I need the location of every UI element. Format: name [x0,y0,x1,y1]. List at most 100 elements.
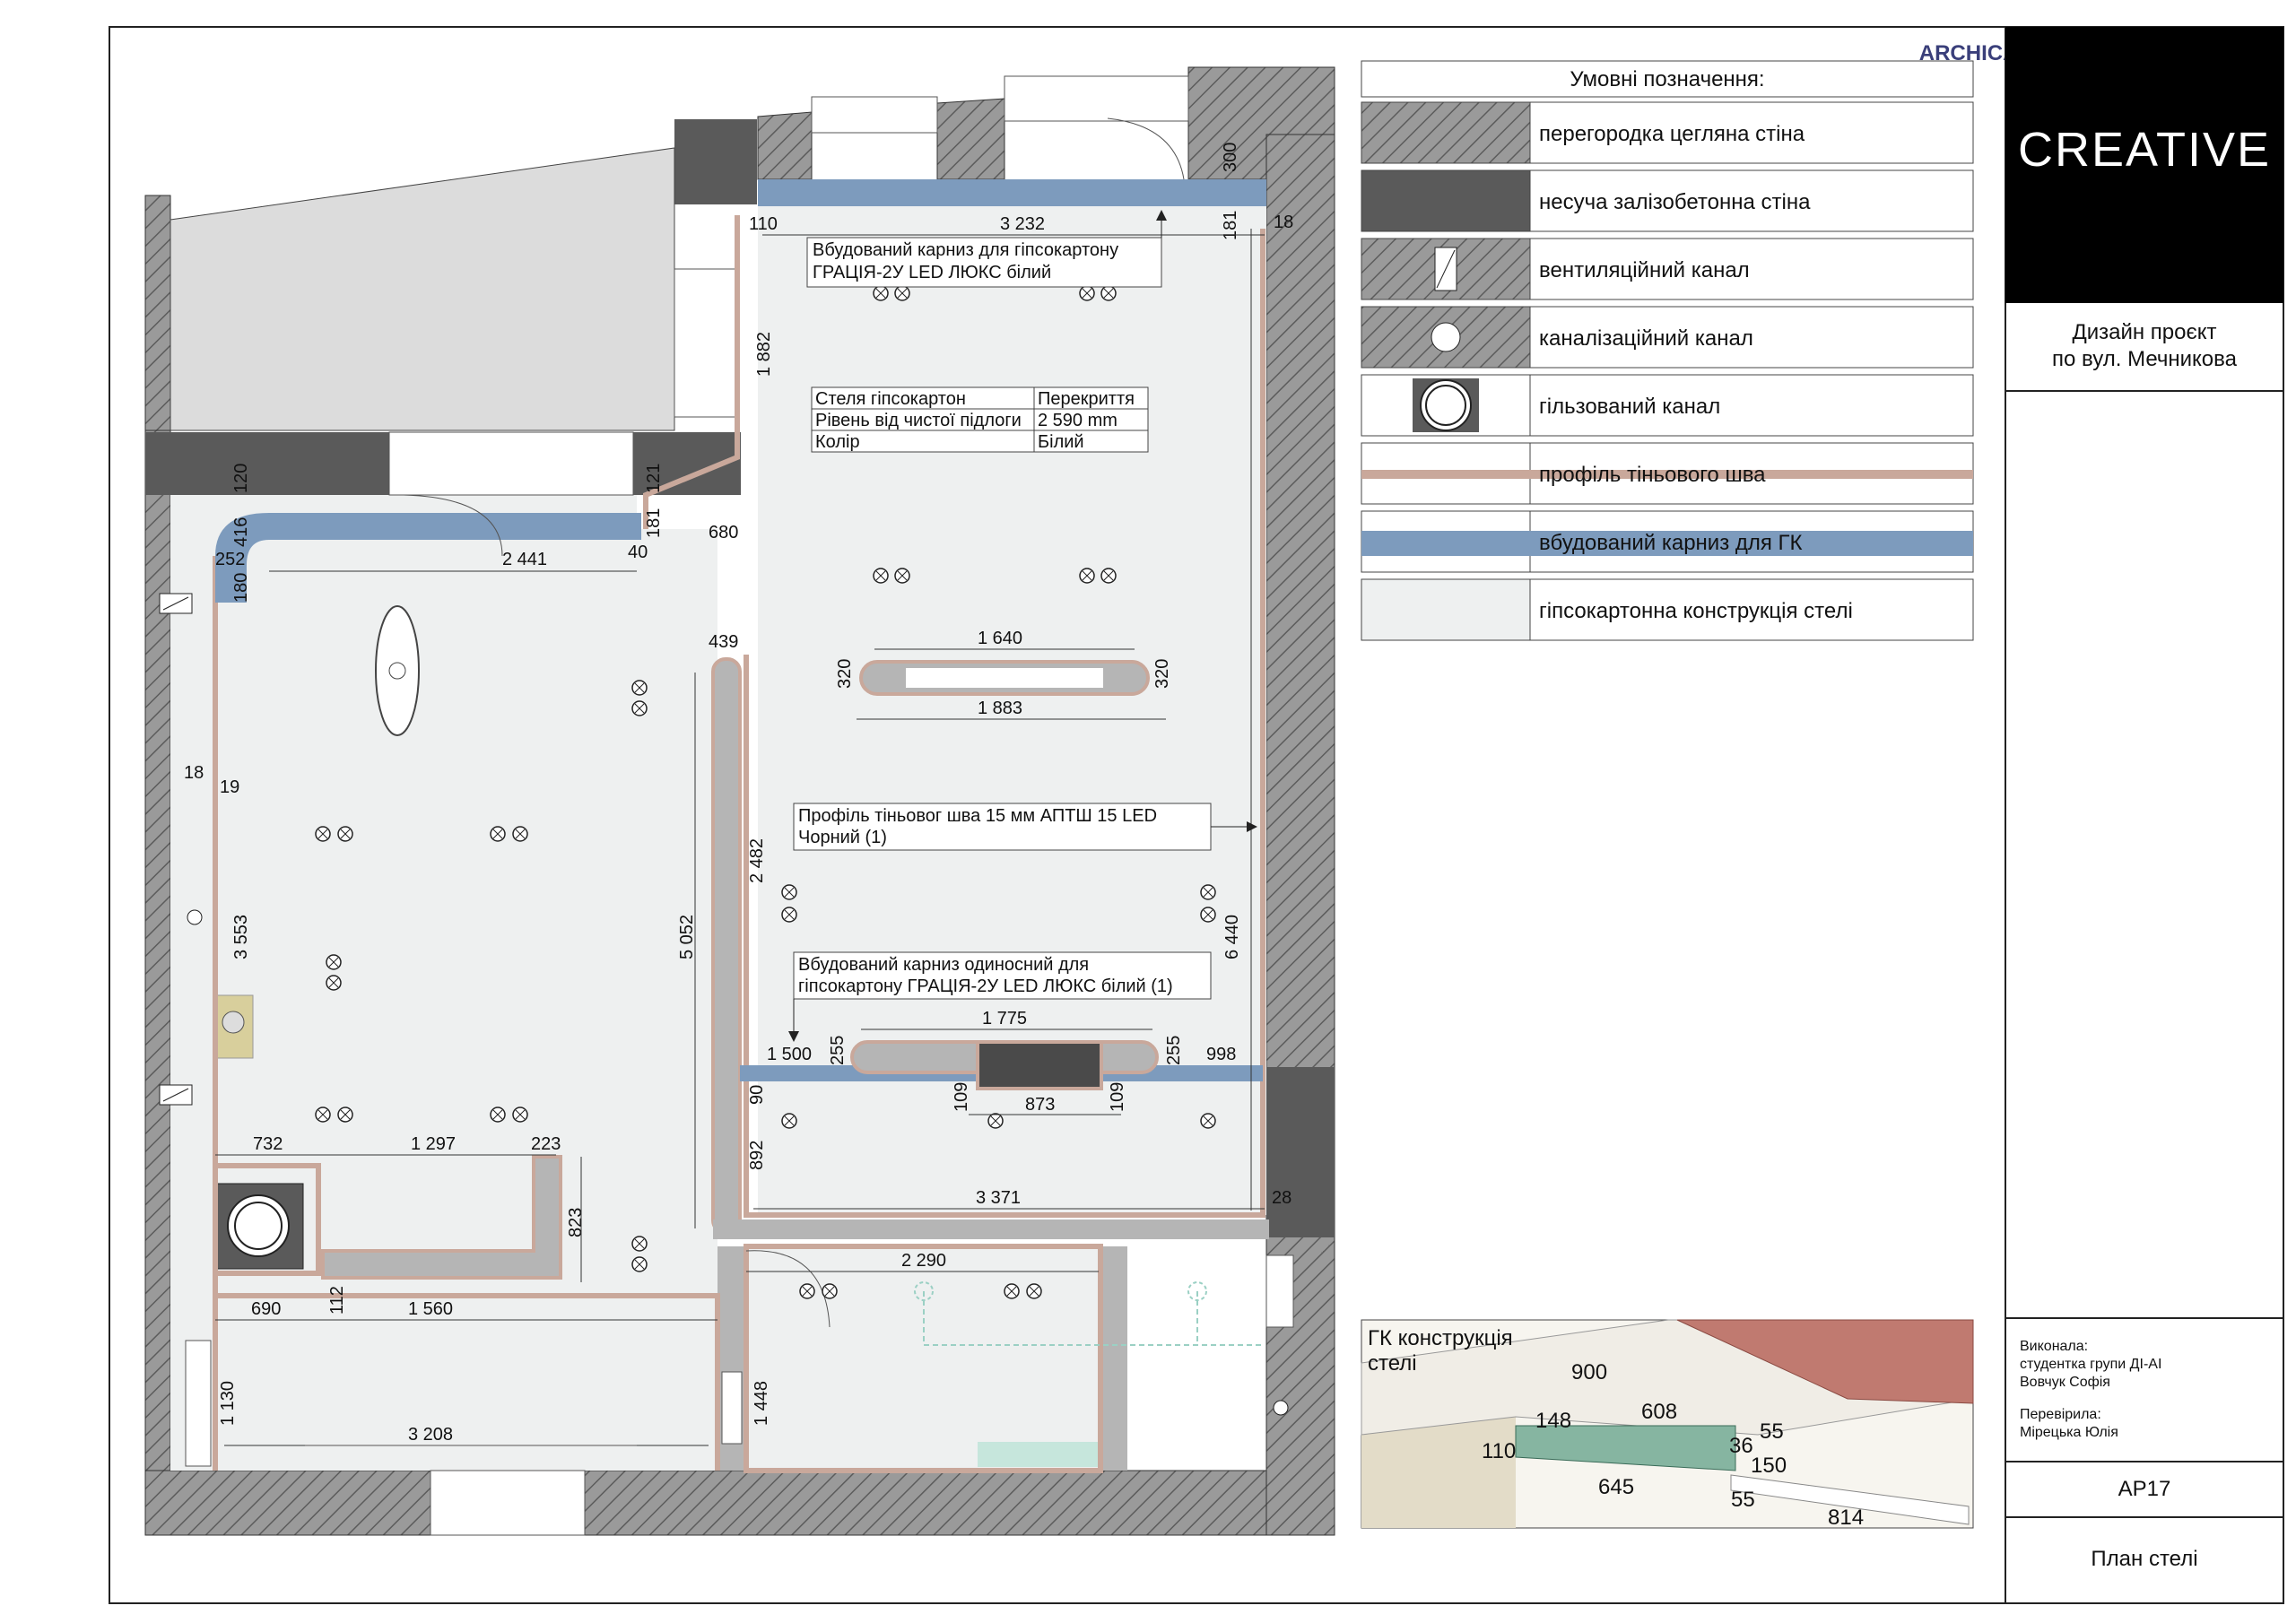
iso-608: 608 [1641,1400,1677,1424]
dim-223: 223 [531,1134,561,1154]
dim-300: 300 [1221,143,1240,172]
sleeve-inner [234,1202,283,1250]
legend-row-vent-channel: вентиляційний канал [1361,238,1974,300]
dim-892: 892 [747,1141,767,1170]
legend-row-concrete-fill: несуча залізобетонна стіна [1361,169,1974,232]
dim-109b: 109 [1108,1082,1127,1112]
legend-row-cornice-line: вбудований карниз для ГК [1361,510,1974,573]
dim-3208: 3 208 [408,1425,453,1445]
dim-732: 732 [253,1134,283,1154]
project-line2: по вул. Мечникова [2052,347,2238,371]
ceiling-bath [746,1246,1100,1471]
outlet-left [187,909,203,925]
window-right [1265,1254,1294,1328]
ceiling-table-r2c0: Колір [815,432,860,452]
spot-light-icon [326,954,342,970]
dim-1560: 1 560 [408,1299,453,1319]
floor-plan: 110 3 232 300 181 18 1 882 120 416 121 1… [144,66,1335,1536]
concrete-fill-icon [1361,169,1531,232]
legend-label-concrete-fill: несуча залізобетонна стіна [1539,190,1811,214]
ceiling-kitchen-side [170,495,215,1471]
spot-light-icon [1200,907,1216,923]
spot-light-icon [326,975,342,991]
concrete-wall-mid [145,432,389,495]
dim-1130: 1 130 [218,1381,238,1426]
wall-top-mid2 [936,98,1005,180]
legend-label-shadow-line: профіль тіньового шва [1539,463,1766,487]
sheet-name: План стелі [2091,1547,2197,1571]
partition-vertical [711,657,742,1235]
spot-light-icon [1200,884,1216,900]
window-top-1 [811,96,938,134]
legend: Умовні позначення: перегородка цегляна с… [1361,60,1974,641]
pendant-light-dot [388,662,406,680]
concrete-wall-right [1266,1067,1335,1237]
dim-416: 416 [231,517,251,547]
note-shadow-1: Профіль тіньовог шва 15 мм АПТШ 15 LED [798,806,1157,826]
dim-18a: 18 [1274,213,1293,232]
spot-light-icon [1004,1283,1020,1299]
ceiling-table-r0c0: Стеля гіпсокартон [815,389,966,409]
iso-55b: 55 [1731,1488,1755,1512]
dim-1883: 1 883 [978,699,1022,718]
checked-label: Перевірила: [2020,1407,2101,1422]
ceiling-plan-sheet: ARCHICAD EDUCATION VERSION [109,26,2284,1604]
door-swing-top [1107,117,1185,180]
dim-1640: 1 640 [978,629,1022,648]
dim-19: 19 [220,777,239,797]
dim-3553: 3 553 [231,915,251,959]
drywall-fill-icon [1361,578,1531,641]
dark-niche [976,1040,1103,1090]
ceiling-table: Стеля гіпсокартон Перекриття Рівень від … [811,386,1149,453]
dim-320b: 320 [1152,659,1172,689]
partition-horizontal [713,1219,1269,1239]
legend-label-sewer-channel: каналізаційний канал [1539,326,1753,351]
spot-light-icon [490,1107,506,1123]
spot-light-icon [337,1107,353,1123]
ceiling-table-r2c1: Білий [1038,432,1084,452]
door-closet [721,1371,743,1445]
cornice-mid [269,513,641,540]
spot-light-icon [631,700,648,716]
spot-light-icon [512,826,528,842]
dim-998: 998 [1206,1045,1236,1064]
note-cornice-single-2: гіпсокартону ГРАЦІЯ-2У LED ЛЮКС білий (1… [798,976,1173,996]
spot-light-icon [987,1113,1004,1129]
dim-112: 112 [327,1286,347,1315]
dim-3371: 3 371 [976,1188,1021,1208]
outlet-right [1273,1400,1289,1416]
concrete-wall-top [674,119,757,204]
spot-light-icon [781,884,797,900]
dim-40: 40 [628,542,648,562]
dim-1775: 1 775 [982,1009,1027,1028]
spot-light-icon [799,1283,815,1299]
spot-light-icon [1026,1283,1042,1299]
dim-252: 252 [215,550,245,569]
dim-2290: 2 290 [901,1251,946,1271]
note-cornice-top-1: Вбудований карниз для гіпсокартону [813,240,1118,260]
spot-light-icon [894,568,910,584]
iso-title-1: ГК конструкція [1368,1326,1513,1350]
dim-1500: 1 500 [767,1045,812,1064]
dim-180: 180 [231,573,251,603]
dim-110: 110 [749,214,778,234]
note-cornice-top-2: ГРАЦІЯ-2У LED ЛЮКС білий [813,263,1051,282]
dim-90: 90 [747,1085,767,1105]
dim-873: 873 [1025,1095,1055,1115]
dim-439: 439 [709,632,738,652]
spot-light-icon [894,285,910,301]
spot-light-icon [1100,568,1117,584]
dim-181a: 181 [1221,211,1240,240]
iso-645: 645 [1598,1475,1634,1499]
dim-1297: 1 297 [411,1134,456,1154]
checked-name: Мірецька Юлія [2020,1425,2118,1440]
dim-1448: 1 448 [752,1381,771,1426]
window-top-2 [1004,75,1189,122]
iso-110: 110 [1482,1439,1516,1463]
spot-light-icon [631,680,648,696]
legend-label-cornice-line: вбудований карниз для ГК [1539,531,1803,555]
brick-hatch-icon [1361,101,1531,164]
window-mid [388,431,634,496]
partition-bath-fill [978,1442,1099,1467]
dim-28: 28 [1272,1188,1292,1208]
